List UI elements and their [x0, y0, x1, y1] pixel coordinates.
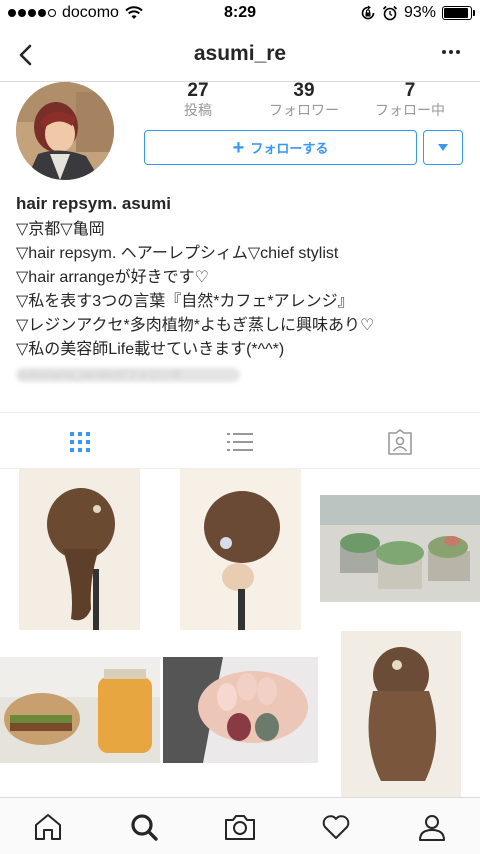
battery-level: [444, 8, 469, 18]
rotation-lock-icon: [361, 5, 375, 20]
heart-icon: [322, 814, 350, 839]
list-icon: [227, 432, 253, 451]
follow-button[interactable]: + フォローする: [144, 130, 417, 165]
follow-button-label: フォローする: [250, 141, 329, 156]
following-count[interactable]: 7 フォロー中: [355, 80, 465, 118]
plus-icon: +: [232, 136, 245, 159]
bio-line: ▽私を表す3つの言葉『自然*カフェ*アレンジ』: [16, 293, 354, 310]
nav-search[interactable]: [96, 798, 192, 854]
tagged-photos-icon: [388, 428, 412, 455]
more-options-button[interactable]: [442, 50, 460, 54]
profile-view-tabs: [0, 412, 480, 469]
bio-line: ▽京都▽亀岡: [16, 221, 105, 238]
search-icon: [131, 813, 158, 841]
tab-grid-view[interactable]: [0, 413, 160, 470]
grid-photo-nail-art[interactable]: [163, 657, 318, 763]
following-label: フォロー中: [375, 102, 445, 118]
followers-count[interactable]: 39 フォロワー: [249, 80, 359, 118]
followers-number: 39: [293, 80, 315, 101]
caret-down-icon: [438, 144, 448, 151]
tab-tagged-photos[interactable]: [320, 413, 480, 470]
posts-count[interactable]: 27 投稿: [143, 80, 253, 118]
battery-percentage: 93%: [403, 4, 436, 21]
grid-photo-succulent-plants[interactable]: [320, 495, 480, 602]
followers-label: フォロワー: [269, 102, 339, 118]
profile-display-name: hair repsym. asumi: [16, 194, 171, 213]
grid-photo-burger-and-juice[interactable]: [0, 657, 160, 763]
profile-icon: [419, 814, 445, 841]
avatar-photo: [16, 82, 114, 180]
bio-line: ▽レジンアクセ*多肉植物*よもぎ蒸しに興味あり♡: [16, 317, 375, 334]
more-dot-icon: [449, 50, 453, 54]
status-right: 93%: [360, 4, 475, 22]
bio-line: ▽hair arrangeが好きです♡: [16, 269, 209, 286]
photo-grid: [0, 469, 480, 797]
posts-label: 投稿: [184, 102, 212, 118]
grid-icon: [70, 431, 90, 452]
more-dot-icon: [456, 50, 460, 54]
battery-icon: [442, 6, 475, 20]
camera-icon: [225, 814, 255, 840]
grid-photo-braided-hairstyle[interactable]: [19, 469, 140, 630]
bio-line: ▽私の美容師Life載せていきます(*^^*): [16, 341, 285, 358]
following-number: 7: [404, 80, 416, 101]
status-bar: docomo 8:29 93%: [0, 0, 480, 28]
grid-photo-half-up-hairstyle[interactable]: [341, 631, 461, 797]
profile-avatar[interactable]: [16, 82, 114, 180]
posts-number: 27: [187, 80, 209, 101]
bio-line: ▽hair repsym. ヘアーレプシィム▽chief stylist: [16, 245, 339, 262]
profile-stats: 27 投稿 39 フォロワー 7 フォロー中: [143, 80, 463, 120]
tab-list-view[interactable]: [160, 413, 320, 470]
bottom-navigation-bar: [0, 797, 480, 854]
followed-by-text[interactable]: kokomama_sanakoがフォロー中: [16, 368, 240, 382]
more-dot-icon: [442, 50, 446, 54]
suggested-users-dropdown-button[interactable]: [423, 130, 463, 165]
grid-photo-updo-hairstyle[interactable]: [180, 469, 301, 630]
home-icon: [35, 813, 61, 840]
profile-username-title: asumi_re: [193, 42, 287, 65]
nav-activity[interactable]: [288, 798, 384, 854]
alarm-icon: [382, 5, 398, 21]
nav-home[interactable]: [0, 798, 96, 854]
navigation-bar: asumi_re: [0, 28, 480, 82]
profile-bio: hair repsym. asumi ▽京都▽亀岡 ▽hair repsym. …: [16, 193, 466, 382]
nav-profile[interactable]: [384, 798, 480, 854]
nav-camera[interactable]: [192, 798, 288, 854]
